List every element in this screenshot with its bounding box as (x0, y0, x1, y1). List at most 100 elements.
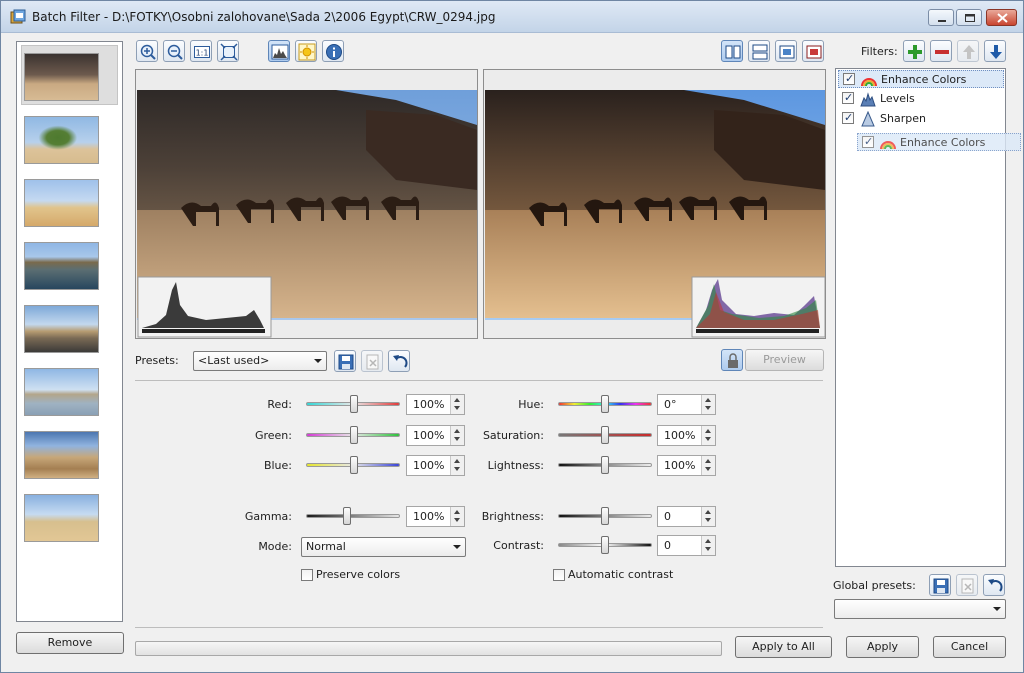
add-filter-button[interactable] (903, 40, 925, 62)
filter-checkbox[interactable] (842, 91, 854, 104)
cancel-button[interactable]: Cancel (933, 636, 1006, 658)
histogram-icon (271, 44, 289, 60)
auto-enhance-button[interactable] (295, 40, 317, 62)
zoom-out-button[interactable] (163, 40, 185, 62)
filter-item-enhance-colors[interactable]: Enhance Colors (838, 70, 1004, 88)
thumbnail-tree[interactable] (24, 116, 99, 164)
apply-button[interactable]: Apply (846, 636, 919, 658)
filter-drag-item[interactable]: Enhance Colors (857, 133, 1021, 151)
mode-value: Normal (306, 540, 346, 553)
minimize-button[interactable] (928, 9, 954, 26)
thumbnail-temple[interactable] (24, 431, 99, 479)
contrast-spinbox[interactable]: 0 (657, 535, 716, 556)
info-icon (326, 44, 342, 60)
lightness-slider[interactable] (558, 455, 652, 475)
delete-preset-button[interactable] (361, 350, 383, 372)
brightness-slider[interactable] (558, 506, 652, 526)
red-label: Red: (267, 398, 292, 411)
contrast-slider[interactable] (558, 535, 652, 555)
global-presets-label: Global presets: (833, 579, 916, 592)
brightness-label: Brightness: (481, 510, 544, 523)
hue-spinbox[interactable]: 0° (657, 394, 716, 415)
original-photo (137, 90, 477, 338)
lock-preview-button[interactable] (721, 349, 743, 371)
red-spinbox[interactable]: 100% (406, 394, 465, 415)
window-title: Batch Filter - D:\FOTKY\Osobni zalohovan… (32, 10, 496, 24)
preview-button[interactable]: Preview (745, 349, 824, 371)
move-filter-up-button[interactable] (957, 40, 979, 62)
hue-label: Hue: (518, 398, 544, 411)
green-value: 100% (413, 429, 445, 442)
gamma-label: Gamma: (244, 510, 292, 523)
minus-icon (935, 50, 949, 54)
move-filter-down-button[interactable] (984, 40, 1006, 62)
thumbnail-camels[interactable] (24, 53, 99, 101)
automatic-contrast-checkbox[interactable] (553, 569, 565, 581)
hue-slider[interactable] (558, 394, 652, 414)
contrast-value: 0 (664, 539, 671, 552)
saturation-spinbox[interactable]: 100% (657, 425, 716, 446)
remove-button[interactable]: Remove (16, 632, 124, 654)
close-button[interactable] (986, 9, 1017, 26)
thumbnail-desert[interactable] (24, 494, 99, 542)
fit-to-window-button[interactable] (217, 40, 239, 62)
histogram-toggle-button[interactable] (268, 40, 290, 62)
thumbnail-river[interactable] (24, 242, 99, 290)
red-slider[interactable] (306, 394, 400, 414)
presets-dropdown[interactable]: <Last used> (193, 351, 327, 371)
gamma-spinbox[interactable]: 100% (406, 506, 465, 527)
lightness-spinbox[interactable]: 100% (657, 455, 716, 476)
app-icon (10, 9, 26, 24)
arrow-down-icon (990, 45, 1002, 59)
filter-checkbox[interactable] (843, 72, 855, 85)
thumbnail-road[interactable] (24, 305, 99, 353)
mode-dropdown[interactable]: Normal (301, 537, 466, 557)
plus-icon (908, 45, 922, 59)
saturation-label: Saturation: (482, 429, 544, 442)
apply-to-all-button[interactable]: Apply to All (735, 636, 832, 658)
brightness-spinbox[interactable]: 0 (657, 506, 716, 527)
zoom-in-button[interactable] (136, 40, 158, 62)
remove-filter-button[interactable] (930, 40, 952, 62)
layout-original-button[interactable] (775, 40, 797, 62)
blue-slider[interactable] (306, 455, 400, 475)
layout-stacked-button[interactable] (748, 40, 770, 62)
filter-item-levels[interactable]: Levels (838, 90, 1004, 108)
filter-checkbox[interactable] (842, 111, 854, 124)
divider (135, 380, 823, 381)
original-image-pane[interactable] (135, 69, 478, 339)
maximize-button[interactable] (956, 9, 982, 26)
blue-spinbox[interactable]: 100% (406, 455, 465, 476)
green-slider[interactable] (306, 425, 400, 445)
green-spinbox[interactable]: 100% (406, 425, 465, 446)
global-presets-dropdown[interactable] (834, 599, 1006, 619)
filter-item-sharpen[interactable]: Sharpen (838, 110, 1004, 128)
filter-label: Levels (880, 92, 915, 105)
thumbnail-lake[interactable] (24, 368, 99, 416)
undo-preset-button[interactable] (388, 350, 410, 372)
info-button[interactable] (322, 40, 344, 62)
brightness-value: 0 (664, 510, 671, 523)
filter-label: Enhance Colors (881, 73, 967, 86)
saturation-value: 100% (664, 429, 696, 442)
layout-processed-button[interactable] (802, 40, 824, 62)
gamma-slider[interactable] (306, 506, 400, 526)
delete-global-preset-button[interactable] (956, 574, 978, 596)
save-global-preset-button[interactable] (929, 574, 951, 596)
thumbnail-list[interactable] (16, 41, 123, 622)
saturation-slider[interactable] (558, 425, 652, 445)
filters-list[interactable]: Enhance Colors Levels Sharpen Enhance Co… (835, 68, 1021, 567)
actual-size-button[interactable]: 1:1 (190, 40, 212, 62)
processed-image-pane[interactable] (483, 69, 826, 339)
save-preset-button[interactable] (334, 350, 356, 372)
save-icon (338, 354, 354, 370)
hue-value: 0° (664, 398, 677, 411)
lock-icon (728, 353, 738, 368)
thumbnail-dunes[interactable] (24, 179, 99, 227)
preserve-colors-checkbox[interactable] (301, 569, 313, 581)
zoom-out-icon (167, 44, 183, 60)
layout-side-by-side-button[interactable] (721, 40, 743, 62)
save-icon (933, 578, 949, 594)
undo-global-preset-button[interactable] (983, 574, 1005, 596)
lightness-value: 100% (664, 459, 696, 472)
